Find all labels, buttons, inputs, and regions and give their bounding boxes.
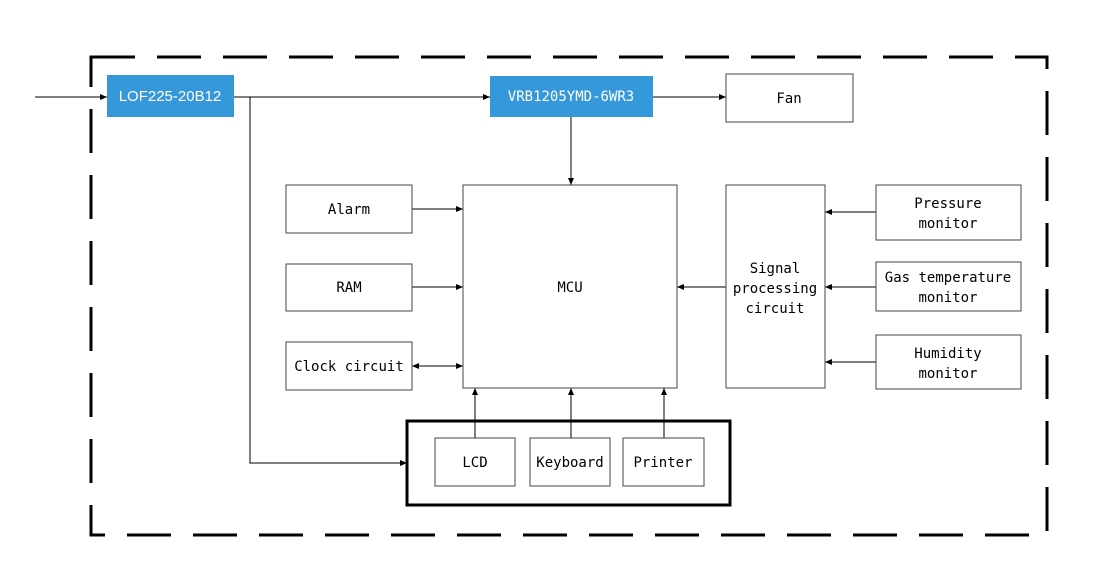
mcu-block: MCU	[462, 184, 678, 389]
signal-label-line3: circuit	[745, 301, 804, 317]
signal-label-line2: processing	[733, 281, 817, 297]
block-diagram: LOF225-20B12 VRB1205YMD-6WR3 Fan Alarm R…	[35, 55, 1049, 537]
fan-label: Fan	[776, 91, 801, 107]
lcd-label: LCD	[462, 455, 487, 471]
humidity-label-line1: Humidity	[914, 346, 981, 362]
ram-block: RAM	[285, 263, 413, 312]
ram-label: RAM	[336, 280, 361, 296]
fan-block: Fan	[725, 73, 854, 123]
pressure-label-line2: monitor	[918, 216, 977, 232]
dc-converter-label: VRB1205YMD-6WR3	[508, 89, 634, 105]
humidity-monitor-block: Humidity monitor	[875, 334, 1022, 390]
alarm-label: Alarm	[328, 202, 370, 218]
signal-label-line1: Signal	[750, 261, 801, 277]
keyboard-label: Keyboard	[536, 455, 603, 471]
pressure-label-line1: Pressure	[914, 196, 981, 212]
humidity-label-line2: monitor	[918, 366, 977, 382]
power-filter-module: LOF225-20B12	[107, 75, 234, 117]
signal-processing-block: Signal processing circuit	[725, 184, 826, 389]
pressure-monitor-block: Pressure monitor	[875, 184, 1022, 241]
printer-label: Printer	[633, 455, 692, 471]
alarm-block: Alarm	[285, 184, 413, 234]
dc-converter-module: VRB1205YMD-6WR3	[490, 76, 653, 117]
power-filter-label: LOF225-20B12	[119, 88, 222, 105]
lcd-block: LCD	[434, 437, 516, 487]
clock-circuit-label: Clock circuit	[294, 359, 404, 375]
keyboard-block: Keyboard	[529, 437, 611, 487]
mcu-label: MCU	[557, 280, 582, 296]
gas-temperature-monitor-block: Gas temperature monitor	[875, 261, 1022, 312]
clock-circuit-block: Clock circuit	[285, 341, 413, 391]
printer-block: Printer	[622, 437, 705, 487]
gas-label-line1: Gas temperature	[885, 270, 1011, 286]
gas-label-line2: monitor	[918, 290, 977, 306]
